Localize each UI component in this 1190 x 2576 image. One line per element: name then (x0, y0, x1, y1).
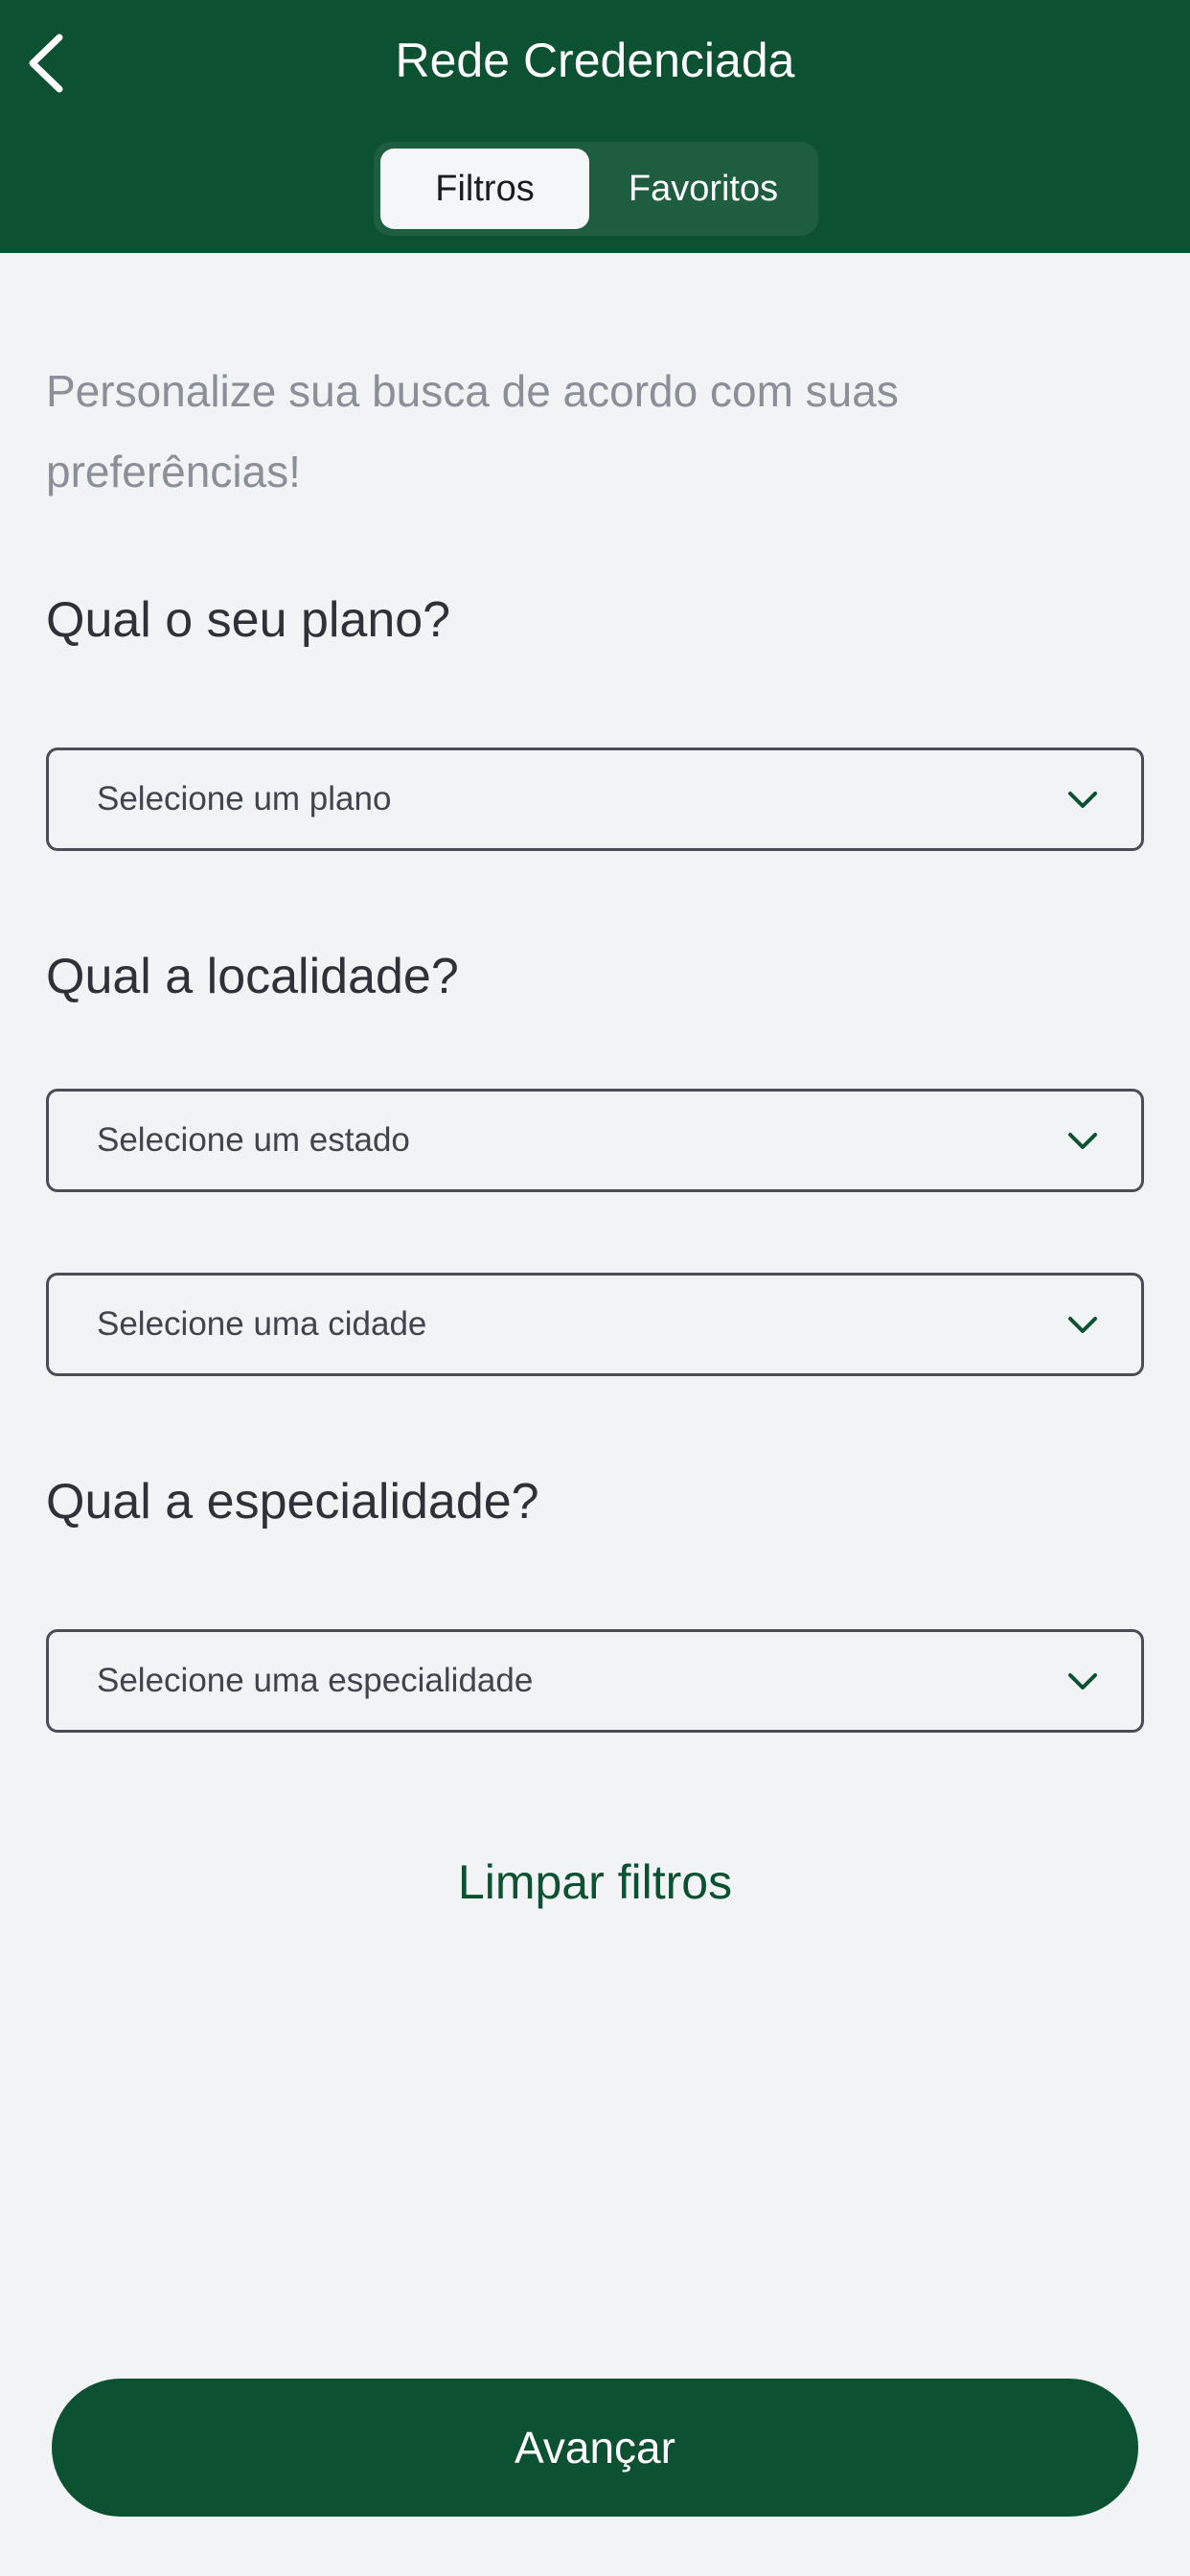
especialidade-select-placeholder: Selecione uma especialidade (97, 1662, 534, 1699)
tab-filtros[interactable]: Filtros (380, 149, 589, 229)
plano-select-placeholder: Selecione um plano (97, 780, 392, 817)
plano-section-title: Qual o seu plano? (46, 592, 451, 648)
plano-select[interactable]: Selecione um plano (46, 748, 1144, 851)
advance-button[interactable]: Avançar (52, 2379, 1138, 2517)
estado-select[interactable]: Selecione um estado (46, 1089, 1144, 1192)
cidade-select-placeholder: Selecione uma cidade (97, 1305, 427, 1343)
segmented-control: Filtros Favoritos (374, 142, 818, 236)
chevron-down-icon (1068, 1317, 1097, 1333)
tab-favoritos[interactable]: Favoritos (594, 149, 812, 229)
intro-text: Personalize sua busca de acordo com suas… (46, 366, 899, 496)
especialidade-select[interactable]: Selecione uma especialidade (46, 1629, 1144, 1733)
cidade-select[interactable]: Selecione uma cidade (46, 1273, 1144, 1376)
chevron-down-icon (1068, 792, 1097, 808)
clear-filters-link[interactable]: Limpar filtros (0, 1846, 1190, 1919)
chevron-down-icon (1068, 1133, 1097, 1149)
estado-select-placeholder: Selecione um estado (97, 1121, 410, 1159)
header-bar: Rede Credenciada Filtros Favoritos (0, 0, 1190, 253)
page-title: Rede Credenciada (395, 34, 795, 87)
screen: Rede Credenciada Filtros Favoritos Perso… (0, 0, 1190, 2576)
chevron-down-icon (1068, 1673, 1097, 1690)
especialidade-section-title: Qual a especialidade? (46, 1474, 539, 1530)
localidade-section-title: Qual a localidade? (46, 949, 459, 1004)
